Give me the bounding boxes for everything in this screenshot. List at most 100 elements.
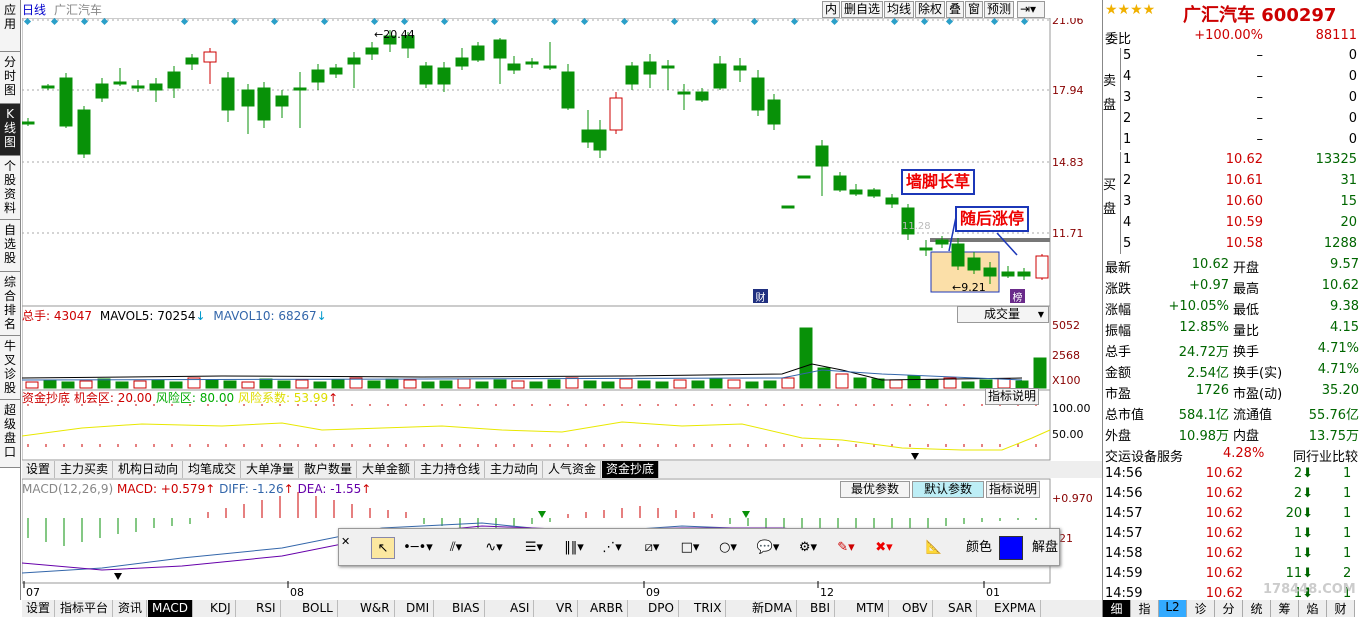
cursor-icon[interactable]: ↖ xyxy=(371,537,395,559)
tabs1-tab-6[interactable]: 大单金额 xyxy=(358,461,416,478)
quote-cell: 1 xyxy=(1343,526,1352,541)
nav-item-0[interactable]: 应用 xyxy=(0,0,20,52)
tabs2-tab-15[interactable]: 新DMA xyxy=(748,600,797,617)
quote-cell: 10.62 xyxy=(1205,466,1243,481)
tabs2-tab-14[interactable]: TRIX xyxy=(690,600,727,617)
quote-cell: 10.62 xyxy=(1205,486,1243,501)
volume-indicator-dropdown[interactable]: 成交量 ▼ xyxy=(957,306,1049,323)
tabs1-tab-2[interactable]: 机构日动向 xyxy=(114,461,184,478)
tabs1-tab-5[interactable]: 散户数量 xyxy=(300,461,358,478)
nav-item-4[interactable]: 自选股 xyxy=(0,220,20,272)
tabs2-tab-1[interactable]: 指标平台 xyxy=(56,600,114,617)
quote-cell: 88111 xyxy=(1315,28,1357,43)
header-button-6[interactable]: 预测 xyxy=(984,1,1014,18)
header-button-2[interactable]: 均线 xyxy=(884,1,914,18)
tabs2-tab-3[interactable]: MACD xyxy=(148,600,193,617)
header-button-5[interactable]: 窗 xyxy=(965,1,983,18)
quote-bottom-tab-3[interactable]: 诊 xyxy=(1187,600,1215,617)
quote-cell: 1 xyxy=(1343,466,1352,481)
quote-bottom-tab-6[interactable]: 筹 xyxy=(1271,600,1299,617)
indicator1-help-button[interactable]: 指标说明 xyxy=(985,388,1040,405)
quote-bottom-tab-2[interactable]: L2 xyxy=(1159,600,1187,617)
nav-item-2[interactable]: K线图 xyxy=(0,104,20,156)
tabs1-tab-10[interactable]: 资金抄底 xyxy=(602,461,660,478)
nav-item-5[interactable]: 综合排名 xyxy=(0,272,20,336)
default-params-button[interactable]: 默认参数 xyxy=(912,481,984,498)
volume-bar xyxy=(529,381,543,389)
ruler-icon[interactable]: 📐 xyxy=(923,537,945,559)
quote-bottom-tab-1[interactable]: 指 xyxy=(1131,600,1159,617)
tabs2-tab-0[interactable]: 设置 xyxy=(22,600,56,617)
macd-help-button[interactable]: 指标说明 xyxy=(986,481,1041,498)
tabs2-tab-13[interactable]: DPO xyxy=(644,600,679,617)
volume-bar xyxy=(331,379,345,389)
gear-icon[interactable]: ⚙▾ xyxy=(793,537,823,559)
tabs2-tab-7[interactable]: W&R xyxy=(356,600,395,617)
tabs2-tab-10[interactable]: ASI xyxy=(506,600,535,617)
quote-bottom-tab-0[interactable]: 细 xyxy=(1103,600,1131,617)
delete-icon[interactable]: ✖▾ xyxy=(869,537,899,559)
mavol5-line xyxy=(22,363,1023,381)
close-icon[interactable]: ✕ xyxy=(341,531,350,553)
parallel-line-icon[interactable]: ⫽▾ xyxy=(441,537,471,559)
tabs1-tab-8[interactable]: 主力动向 xyxy=(486,461,544,478)
callout-tool-icon[interactable]: 💬▾ xyxy=(753,537,783,559)
color-swatch[interactable] xyxy=(999,536,1023,560)
finance-flag-icon[interactable]: 财 xyxy=(753,289,768,304)
tabs2-tab-18[interactable]: OBV xyxy=(898,600,933,617)
tabs2-tab-19[interactable]: SAR xyxy=(944,600,978,617)
unlock-label[interactable]: 解盘 xyxy=(1031,537,1059,559)
tabs2-tab-20[interactable]: EXPMA xyxy=(990,600,1041,617)
cycle-line-icon[interactable]: ‖‖▾ xyxy=(559,537,589,559)
tabs2-tab-6[interactable]: BOLL xyxy=(298,600,338,617)
quote-bottom-tab-4[interactable]: 分 xyxy=(1215,600,1243,617)
quote-cell: 14:56 xyxy=(1105,466,1143,481)
segment-tool-icon[interactable]: •─•▾ xyxy=(403,537,433,559)
tabs2-tab-8[interactable]: DMI xyxy=(402,600,435,617)
quote-bottom-tab-7[interactable]: 焰 xyxy=(1299,600,1327,617)
x-axis-label: 07 xyxy=(26,586,40,599)
ranking-flag-icon[interactable]: 榜 xyxy=(1010,289,1025,304)
expand-icon[interactable]: ⇥▾ xyxy=(1017,1,1045,18)
volume-bar xyxy=(727,379,741,389)
volume-bar xyxy=(619,378,633,389)
nav-item-6[interactable]: 牛叉诊股 xyxy=(0,336,20,400)
erase-icon[interactable]: ✎▾ xyxy=(831,537,861,559)
quote-cell: 委比 xyxy=(1105,32,1132,47)
tabs2-tab-12[interactable]: ARBR xyxy=(586,600,629,617)
nav-item-7[interactable]: 超级盘口 xyxy=(0,400,20,468)
sell-row: 2 – 0 xyxy=(1103,109,1361,130)
tabs1-tab-4[interactable]: 大单净量 xyxy=(242,461,300,478)
header-button-3[interactable]: 除权 xyxy=(915,1,945,18)
nav-item-1[interactable]: 分时图 xyxy=(0,52,20,104)
fibonacci-icon[interactable]: ☰▾ xyxy=(519,537,549,559)
wave-tool-icon[interactable]: ∿▾ xyxy=(479,537,509,559)
tabs2-tab-11[interactable]: VR xyxy=(552,600,578,617)
tabs1-tab-9[interactable]: 人气资金 xyxy=(544,461,602,478)
header-button-0[interactable]: 内 xyxy=(822,1,840,18)
tabs2-tab-16[interactable]: BBI xyxy=(806,600,836,617)
quote-cell: 10.58 xyxy=(1225,236,1263,251)
tabs2-tab-5[interactable]: RSI xyxy=(252,600,281,617)
tabs2-tab-9[interactable]: BIAS xyxy=(448,600,485,617)
tabs2-tab-4[interactable]: KDJ xyxy=(206,600,236,617)
quote-bottom-tab-5[interactable]: 统 xyxy=(1243,600,1271,617)
tabs2-tab-17[interactable]: MTM xyxy=(852,600,890,617)
tabs1-tab-3[interactable]: 均笔成交 xyxy=(184,461,242,478)
tabs1-tab-1[interactable]: 主力买卖 xyxy=(56,461,114,478)
quote-cell: 最低 xyxy=(1233,303,1260,318)
fan-tool-icon[interactable]: ⋰▾ xyxy=(597,537,627,559)
rectangle-tool-icon[interactable]: □▾ xyxy=(675,537,705,559)
nav-item-3[interactable]: 个股资料 xyxy=(0,156,20,220)
quote-bottom-tab-8[interactable]: 财 xyxy=(1327,600,1355,617)
ellipse-tool-icon[interactable]: ○▾ xyxy=(713,537,743,559)
channel-tool-icon[interactable]: ⧄▾ xyxy=(637,537,667,559)
best-params-button[interactable]: 最优参数 xyxy=(840,481,910,498)
tabs1-tab-7[interactable]: 主力持仓线 xyxy=(416,461,486,478)
buy-row: 2 10.61 31 xyxy=(1103,171,1361,192)
tabs1-tab-0[interactable]: 设置 xyxy=(22,461,56,478)
stat-row: 涨幅 +10.05% 最低 9.38 xyxy=(1103,297,1361,318)
header-button-4[interactable]: 叠 xyxy=(946,1,964,18)
tabs2-tab-2[interactable]: 资讯 xyxy=(114,600,148,617)
header-button-1[interactable]: 删自选 xyxy=(841,1,883,18)
